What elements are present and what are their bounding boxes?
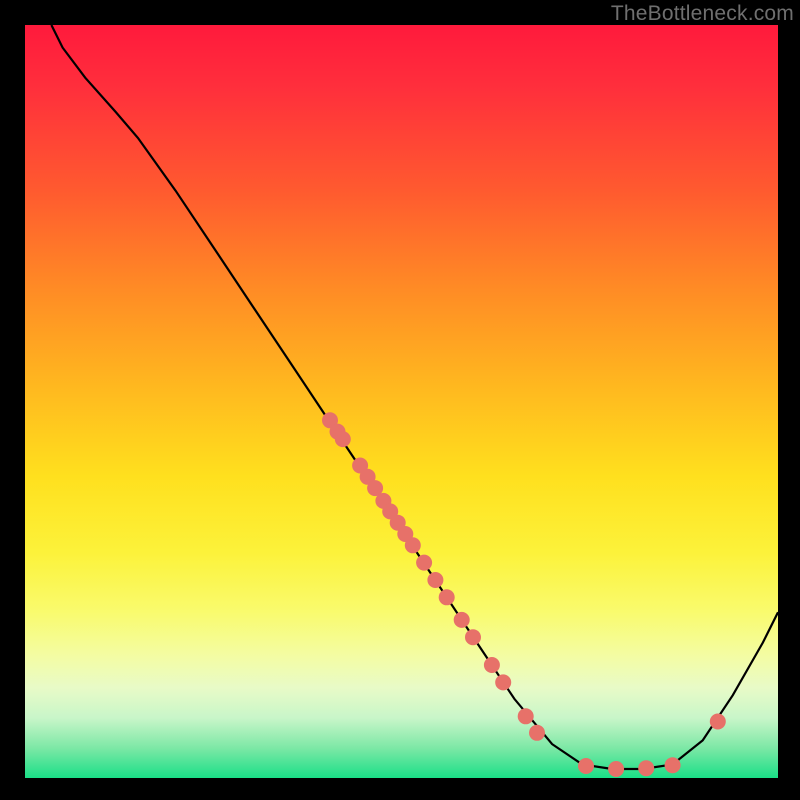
watermark-text: TheBottleneck.com [611,2,794,26]
chart-frame [25,25,778,778]
gradient-background [25,25,778,778]
